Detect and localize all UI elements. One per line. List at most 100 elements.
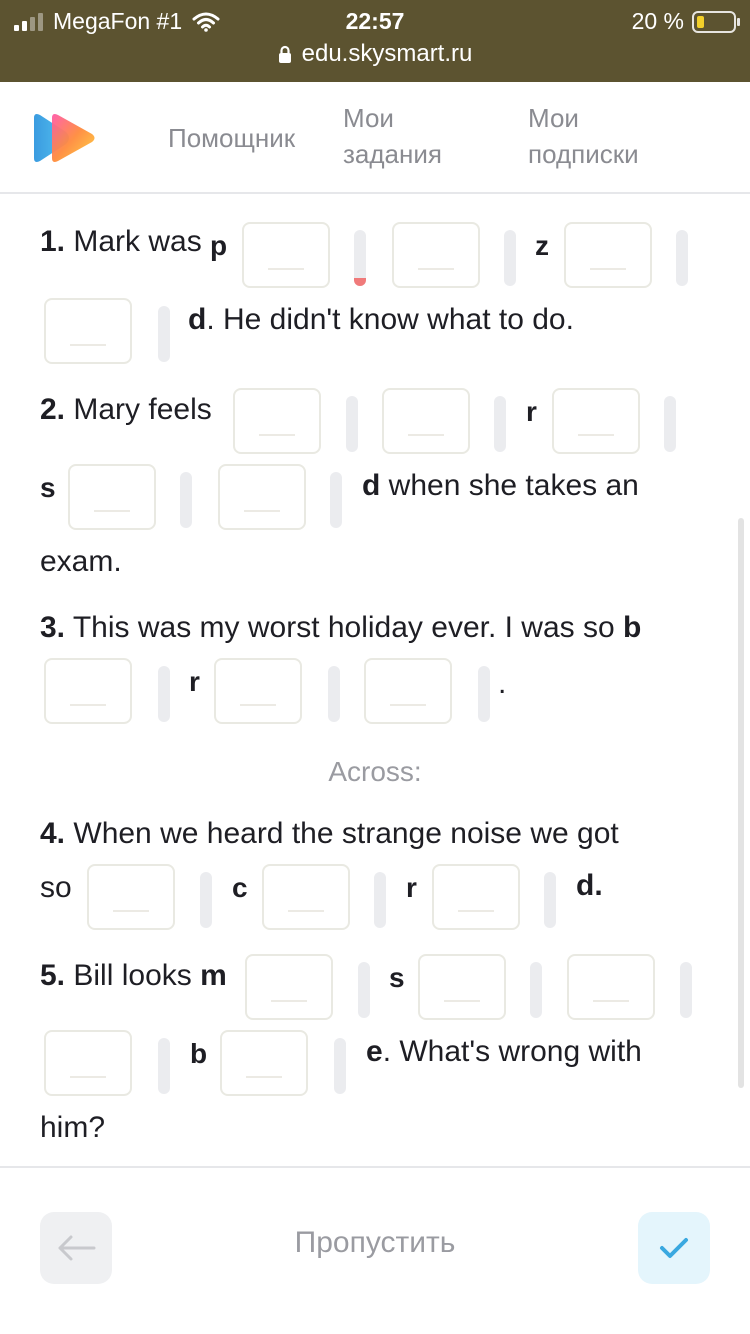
q2-input-2[interactable] bbox=[382, 388, 470, 454]
nav-my-subscriptions[interactable]: Мои подписки bbox=[528, 100, 639, 172]
q1-letter-d: d bbox=[188, 303, 207, 336]
q2-text: 2. Mary feels bbox=[40, 392, 212, 428]
q4-letter-d: d bbox=[576, 869, 595, 902]
q4-input-2[interactable] bbox=[262, 864, 350, 930]
q2-prefix: Mary feels bbox=[73, 393, 212, 426]
q4-text: 4. When we heard the strange noise we go… bbox=[40, 816, 619, 852]
nav-my-subscriptions-line2: подписки bbox=[528, 139, 639, 169]
q5-input-1[interactable] bbox=[245, 954, 333, 1020]
q3-end: . bbox=[498, 667, 507, 700]
q3-text: 3. This was my worst holiday ever. I was… bbox=[40, 610, 641, 646]
skip-button[interactable]: Пропустить bbox=[250, 1226, 500, 1260]
q5-prefix: Bill looks bbox=[73, 959, 192, 992]
q5-separator-2 bbox=[530, 962, 542, 1018]
q1-number: 1. bbox=[40, 225, 66, 258]
q1-letter-p: p bbox=[210, 230, 228, 261]
browser-status-bar: MegaFon #1 22:57 20 % edu.skysmart.ru bbox=[0, 0, 750, 82]
nav-my-tasks[interactable]: Мои задания bbox=[343, 100, 442, 172]
q5-input-4[interactable] bbox=[44, 1030, 132, 1096]
q1-letter-z: z bbox=[535, 230, 549, 261]
q3-letter-r: r bbox=[189, 666, 200, 697]
q2-letter-s: s bbox=[40, 472, 56, 503]
q2-input-4[interactable] bbox=[68, 464, 156, 530]
q5-separator-4 bbox=[158, 1038, 170, 1094]
q3-separator-1 bbox=[158, 666, 170, 722]
q4-number: 4. bbox=[40, 817, 66, 850]
q2-separator-4 bbox=[180, 472, 192, 528]
arrow-left-icon bbox=[58, 1235, 96, 1261]
q1-separator-1 bbox=[354, 230, 366, 286]
q3-letter-b: b bbox=[623, 611, 642, 644]
q2-input-3[interactable] bbox=[552, 388, 640, 454]
address-bar[interactable]: edu.skysmart.ru bbox=[0, 40, 750, 68]
q1-text: 1. Mark was bbox=[40, 224, 202, 260]
q4-input-1[interactable] bbox=[87, 864, 175, 930]
battery-icon bbox=[692, 10, 740, 33]
q3-separator-2 bbox=[328, 666, 340, 722]
back-button[interactable] bbox=[40, 1212, 112, 1284]
q4-ending: d. bbox=[576, 868, 603, 904]
q5-letter-m: m bbox=[200, 959, 227, 992]
q3-prefix: This was my worst holiday ever. I was so bbox=[72, 611, 615, 644]
q4-prefix: When we heard the strange noise we got bbox=[73, 817, 619, 850]
q1-input-3[interactable] bbox=[564, 222, 652, 288]
battery-info: 20 % bbox=[631, 8, 740, 35]
scrollbar[interactable] bbox=[738, 518, 744, 1088]
exercise-content: 1. Mark was p z d. He didn't know what t… bbox=[0, 196, 750, 1166]
q5-number: 5. bbox=[40, 959, 66, 992]
q4-letter-r: r bbox=[406, 872, 417, 903]
q3-input-2[interactable] bbox=[214, 658, 302, 724]
nav-my-tasks-line1: Мои bbox=[343, 103, 394, 133]
q4-separator-2 bbox=[374, 872, 386, 928]
q4-separator-1 bbox=[200, 872, 212, 928]
q5-end-text: . What's wrong with bbox=[382, 1035, 642, 1068]
q1-separator-3 bbox=[676, 230, 688, 286]
lock-icon bbox=[278, 45, 291, 63]
skysmart-logo-icon[interactable] bbox=[30, 110, 98, 166]
app-header: Помощник Мои задания Мои подписки bbox=[0, 82, 750, 194]
q2-separator-1 bbox=[346, 396, 358, 452]
q4-separator-3 bbox=[544, 872, 556, 928]
q5-ending: e. What's wrong with bbox=[366, 1034, 642, 1070]
nav-my-tasks-line2: задания bbox=[343, 139, 442, 169]
q2-separator-3 bbox=[664, 396, 676, 452]
q4-input-3[interactable] bbox=[432, 864, 520, 930]
q1-prefix: Mark was bbox=[73, 225, 202, 258]
q4-so: so bbox=[40, 871, 72, 904]
q3-number: 3. bbox=[40, 611, 66, 644]
q5-letter-b: b bbox=[190, 1038, 208, 1069]
q5-input-3[interactable] bbox=[567, 954, 655, 1020]
q1-input-4[interactable] bbox=[44, 298, 132, 364]
q2-input-1[interactable] bbox=[233, 388, 321, 454]
q5-separator-1 bbox=[358, 962, 370, 1018]
q5-letter-s: s bbox=[389, 962, 405, 993]
q2-letter-d: d bbox=[362, 469, 381, 502]
q2-letter-r: r bbox=[526, 396, 537, 427]
battery-percent: 20 % bbox=[631, 8, 684, 34]
q3-input-3[interactable] bbox=[364, 658, 452, 724]
q4-letter-c: c bbox=[232, 872, 248, 903]
nav-my-subscriptions-line1: Мои bbox=[528, 103, 579, 133]
nav-helper[interactable]: Помощник bbox=[168, 120, 295, 156]
q3-input-1[interactable] bbox=[44, 658, 132, 724]
q1-separator-2 bbox=[504, 230, 516, 286]
q1-input-2[interactable] bbox=[392, 222, 480, 288]
q1-input-1[interactable] bbox=[242, 222, 330, 288]
q5-letter-e: e bbox=[366, 1035, 383, 1068]
q2-input-5[interactable] bbox=[218, 464, 306, 530]
q2-ending: d when she takes an bbox=[362, 468, 639, 504]
q1-end-text: . He didn't know what to do. bbox=[206, 303, 574, 336]
submit-button[interactable] bbox=[638, 1212, 710, 1284]
q5-text: 5. Bill looks m bbox=[40, 958, 227, 994]
q2-tail: exam. bbox=[40, 545, 122, 578]
q4-end: . bbox=[594, 869, 603, 902]
url-text: edu.skysmart.ru bbox=[301, 40, 473, 67]
q2-end-text: when she takes an bbox=[380, 469, 639, 502]
q5-separator-5 bbox=[334, 1038, 346, 1094]
q2-separator-5 bbox=[330, 472, 342, 528]
q5-input-5[interactable] bbox=[220, 1030, 308, 1096]
across-heading: Across: bbox=[328, 756, 422, 787]
q2-number: 2. bbox=[40, 393, 66, 426]
q5-separator-3 bbox=[680, 962, 692, 1018]
q5-input-2[interactable] bbox=[418, 954, 506, 1020]
